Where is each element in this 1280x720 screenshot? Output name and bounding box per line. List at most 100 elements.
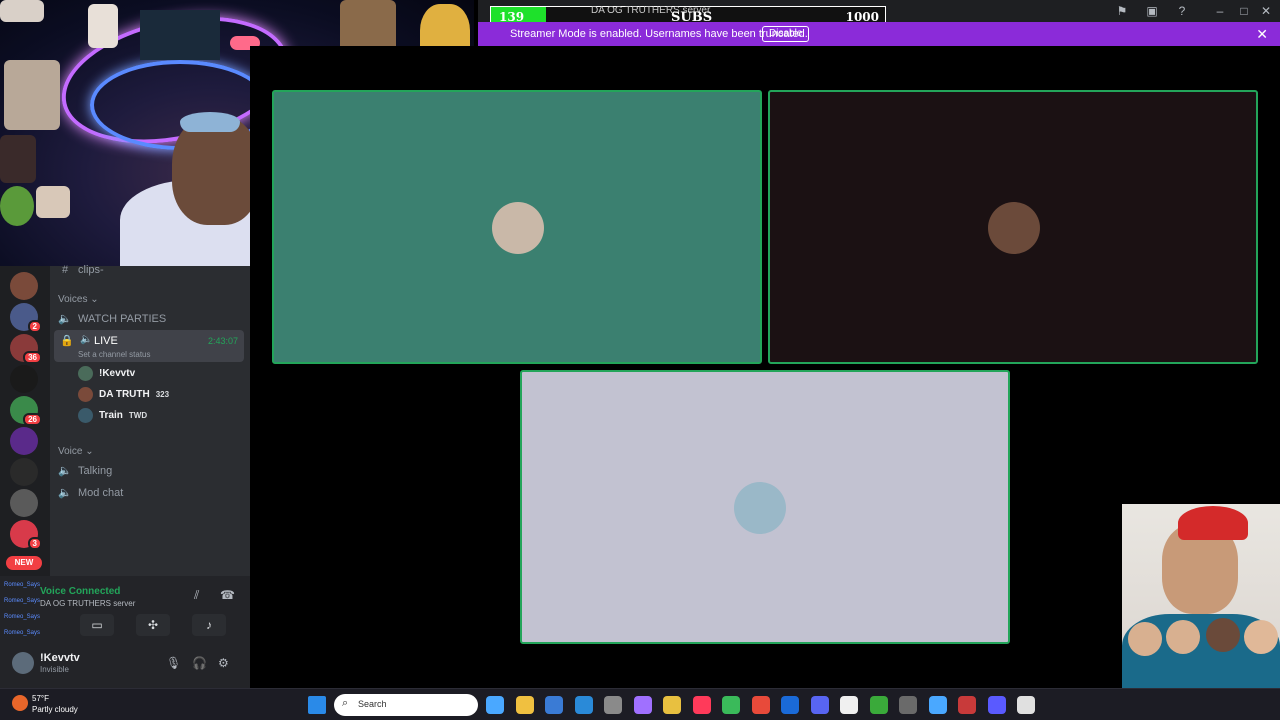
channel-status[interactable]: Set a channel status: [78, 350, 151, 359]
taskbar-app-icon[interactable]: [810, 696, 829, 714]
taskbar-app-icon[interactable]: [545, 696, 563, 714]
channel-label: Talking: [78, 464, 113, 477]
avatar[interactable]: [12, 652, 34, 674]
disable-streamer-mode-button[interactable]: Disable: [762, 26, 810, 42]
taskbar: 57°F Partly cloudy ⌕ Search: [0, 688, 1280, 720]
flag-icon[interactable]: ⚑: [1114, 3, 1130, 19]
channel-mod-chat[interactable]: 🔈 Mod chat: [58, 486, 124, 500]
weather-temperature[interactable]: 57°F: [32, 694, 49, 703]
taskbar-app-icon[interactable]: [899, 696, 917, 714]
child-face: [1128, 622, 1162, 656]
new-badge[interactable]: NEW: [6, 556, 42, 570]
chevron-down-icon: ⌄: [90, 294, 99, 305]
taskbar-app-icon[interactable]: [486, 696, 504, 714]
soundboard-button[interactable]: ♪: [192, 614, 226, 636]
taskbar-app-icon[interactable]: [869, 696, 888, 714]
camera-button[interactable]: ▭: [80, 614, 114, 636]
headphones-icon[interactable]: 🎧: [192, 656, 207, 670]
close-icon[interactable]: ✕: [1256, 26, 1268, 43]
chat-overlay-line: Romeo_Says: [4, 630, 41, 636]
category-label: Voices: [58, 294, 88, 305]
member-tag: 323: [155, 390, 170, 399]
taskbar-app-icon[interactable]: [515, 696, 534, 714]
taskbar-app-icon[interactable]: [604, 696, 622, 714]
server-icon[interactable]: [10, 427, 38, 455]
minimize-icon[interactable]: –: [1212, 3, 1228, 19]
taskbar-app-icon[interactable]: [722, 696, 740, 714]
activities-button[interactable]: ✣: [136, 614, 170, 636]
close-window-icon[interactable]: ✕: [1258, 3, 1274, 19]
mini-photo: [0, 135, 36, 183]
noise-suppression-icon[interactable]: ⫽: [194, 588, 199, 603]
start-button[interactable]: [308, 696, 326, 714]
server-icon[interactable]: [10, 489, 38, 517]
lock-icon: 🔒: [60, 335, 74, 347]
taskbar-app-icon[interactable]: [633, 696, 652, 714]
channel-label: Mod chat: [78, 486, 124, 499]
speaker-icon: 🔈: [58, 313, 72, 325]
taskbar-app-icon[interactable]: [663, 696, 681, 714]
user-status: Invisible: [40, 665, 69, 674]
participant-avatar: [988, 202, 1040, 254]
member-name: DA TRUTH: [99, 389, 150, 400]
participant-tile[interactable]: [768, 90, 1258, 364]
taskbar-app-icon[interactable]: [751, 696, 770, 714]
server-icon[interactable]: [10, 458, 38, 486]
search-placeholder: Search: [358, 699, 387, 709]
channel-watch-parties[interactable]: 🔈 WATCH PARTIES: [58, 312, 166, 326]
username[interactable]: !Kevvtv: [40, 652, 80, 664]
server-icon[interactable]: 3: [10, 520, 42, 550]
participant-tile[interactable]: [272, 90, 762, 364]
member-name: Train: [99, 410, 123, 421]
maximize-icon[interactable]: □: [1236, 3, 1252, 19]
taskbar-app-icon[interactable]: [987, 696, 1006, 714]
taskbar-app-icon[interactable]: [840, 696, 858, 714]
voice-connection-panel: Voice Connected DA OG TRUTHERS server ⫽ …: [0, 576, 250, 640]
taskbar-search[interactable]: ⌕ Search: [334, 694, 478, 716]
server-icon[interactable]: 36: [10, 334, 42, 364]
taskbar-app-icon[interactable]: [958, 696, 976, 714]
child-face: [1206, 618, 1240, 652]
taskbar-app-icon[interactable]: [692, 696, 711, 714]
avatar: [78, 408, 93, 423]
server-icon[interactable]: [10, 365, 38, 393]
server-icon[interactable]: 26: [10, 396, 42, 426]
wall-shelf: [140, 10, 220, 60]
mention-badge: 26: [23, 413, 42, 426]
server-icon[interactable]: 2: [10, 303, 42, 333]
category-label: Voice: [58, 446, 83, 457]
server-icon[interactable]: [10, 272, 38, 300]
mini-photo: [0, 0, 44, 22]
taskbar-app-icon[interactable]: [781, 696, 799, 714]
child-face: [1244, 620, 1278, 654]
chat-overlay-line: Romeo_Says: [4, 614, 41, 620]
category-voice[interactable]: Voice ⌄: [58, 446, 94, 457]
voice-member[interactable]: !Kevvtv: [78, 366, 135, 381]
participant-tile[interactable]: [520, 370, 1010, 644]
taskbar-app-icon[interactable]: [574, 696, 593, 714]
taskbar-app-icon[interactable]: [1017, 696, 1035, 714]
voice-member[interactable]: Train TWD: [78, 408, 147, 423]
voice-member[interactable]: DA TRUTH 323: [78, 387, 169, 402]
taskbar-app-icon[interactable]: [928, 696, 947, 714]
channel-live[interactable]: 🔒 🔈 LIVE 2:43:07 Set a channel status: [54, 330, 244, 362]
mention-badge: 2: [27, 320, 42, 333]
gear-icon[interactable]: ⚙: [218, 656, 229, 670]
streamer-mode-banner: Streamer Mode is enabled. Usernames have…: [478, 22, 1280, 46]
microphone-icon[interactable]: 🎙: [166, 656, 181, 670]
mini-photo: [0, 186, 34, 226]
mini-photo: [4, 60, 60, 130]
inbox-icon[interactable]: ▣: [1144, 3, 1160, 19]
disconnect-icon[interactable]: ☎: [220, 588, 235, 602]
weather-icon[interactable]: [12, 695, 28, 711]
participant-avatar: [734, 482, 786, 534]
channel-talking[interactable]: 🔈 Talking: [58, 464, 113, 478]
weather-condition[interactable]: Partly cloudy: [32, 705, 78, 714]
voice-connected-label[interactable]: Voice Connected: [40, 586, 120, 597]
channel-clips[interactable]: # clips-: [58, 264, 104, 276]
speaker-icon: 🔈: [58, 465, 72, 477]
help-icon[interactable]: ?: [1174, 3, 1190, 19]
category-voices[interactable]: Voices ⌄: [58, 294, 99, 305]
mention-badge: 36: [23, 351, 42, 364]
search-icon: ⌕: [342, 697, 349, 709]
